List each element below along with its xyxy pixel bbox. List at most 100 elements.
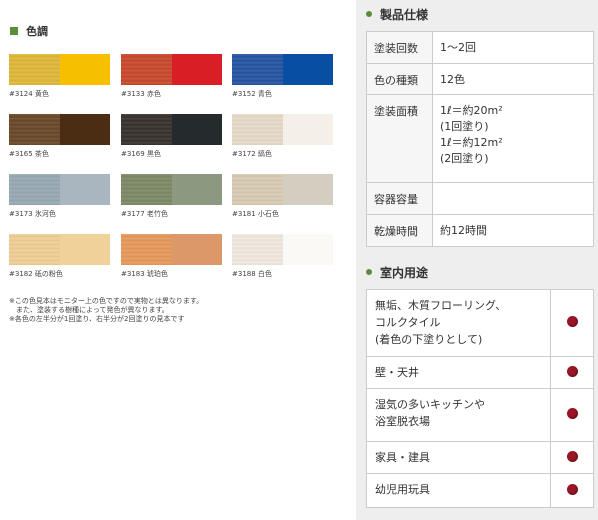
spec-row: 容器容量 [366, 182, 594, 215]
spec-value-line: 1ℓ＝約12m² [440, 136, 503, 149]
swatch-caption: #3181 小石色 [232, 209, 333, 219]
swatch-one-coat [9, 54, 60, 85]
swatch-name: 青色 [257, 90, 272, 98]
use-line: 壁・天井 [375, 366, 419, 379]
applicable-dot-icon [566, 408, 578, 419]
swatch-two-coat [171, 234, 222, 265]
swatch-code: #3124 [9, 90, 33, 98]
use-line: 浴室脱衣場 [375, 415, 430, 428]
use-mark-cell [550, 356, 594, 389]
swatch-chip [9, 234, 110, 265]
use-row: 湿気の多いキッチンや 浴室脱衣場 [366, 388, 594, 442]
swatch-name: 黄色 [34, 90, 49, 98]
swatch-code: #3183 [121, 270, 145, 278]
section-square-icon [10, 27, 18, 35]
applicable-dot-icon [566, 316, 578, 327]
use-row: 壁・天井 [366, 356, 594, 389]
use-text: 壁・天井 [366, 356, 551, 389]
swatch-chip [9, 174, 110, 205]
use-text: 無垢、木質フローリング、 コルクタイル (着色の下塗りとして) [366, 289, 551, 357]
swatch-two-coat [282, 114, 333, 145]
swatch-one-coat [9, 114, 60, 145]
swatch-two-coat [59, 54, 110, 85]
swatch-code: #3133 [121, 90, 145, 98]
swatch-two-coat [59, 234, 110, 265]
swatch-one-coat [121, 54, 172, 85]
swatch-one-coat [121, 234, 172, 265]
swatch-row: #3182 砥の粉色 #3183 琥珀色 #3188 白色 [9, 234, 343, 289]
swatch: #3172 縞色 [232, 114, 333, 159]
use-line: 湿気の多いキッチンや [375, 398, 485, 411]
swatch-name: 赤色 [146, 90, 161, 98]
spec-value: 1ℓ＝約20m² (1回塗り) 1ℓ＝約12m² (2回塗り) [432, 94, 594, 183]
use-text: 湿気の多いキッチンや 浴室脱衣場 [366, 388, 551, 442]
swatch-name: 茶色 [34, 150, 49, 158]
swatch-chip [121, 174, 222, 205]
swatch: #3188 白色 [232, 234, 333, 279]
swatch-caption: #3172 縞色 [232, 149, 333, 159]
uses-title: 室内用途 [380, 265, 429, 280]
spec-value-line: 12色 [440, 73, 465, 86]
swatch: #3165 茶色 [9, 114, 110, 159]
swatch-code: #3177 [121, 210, 145, 218]
swatch-chip [232, 234, 333, 265]
color-section-title: 色調 [26, 25, 48, 38]
spec-value-line: 約12時間 [440, 224, 487, 237]
swatch-row: #3165 茶色 #3169 黒色 #3172 縞色 [9, 114, 343, 169]
swatch-name: 琥珀色 [146, 270, 168, 278]
use-mark-cell [550, 289, 594, 357]
swatch-code: #3188 [232, 270, 256, 278]
note-line: ※各色の左半分が1回塗り、右半分が2回塗りの見本です [9, 315, 185, 323]
swatch-row: #3124 黄色 #3133 赤色 #3152 青色 [9, 54, 343, 109]
swatch: #3183 琥珀色 [121, 234, 222, 279]
bullet-dot-icon [366, 11, 372, 17]
swatch-name: 氷河色 [34, 210, 56, 218]
swatch-chip [9, 54, 110, 85]
swatch-one-coat [9, 174, 60, 205]
spec-row: 乾燥時間 約12時間 [366, 214, 594, 247]
swatch-two-coat [282, 54, 333, 85]
bullet-dot-icon [366, 269, 372, 275]
note-line: また、塗装する樹種によって発色が異なります。 [9, 306, 169, 314]
swatch-one-coat [232, 114, 283, 145]
swatch: #3133 赤色 [121, 54, 222, 99]
color-notes: ※この色見本はモニター上の色ですので実物とは異なります。 また、塗装する樹種によ… [9, 297, 339, 324]
swatch-one-coat [121, 114, 172, 145]
swatch: #3169 黒色 [121, 114, 222, 159]
spec-value-line: 1〜2回 [440, 41, 476, 54]
swatch-caption: #3188 白色 [232, 269, 333, 279]
uses-table: 無垢、木質フローリング、 コルクタイル (着色の下塗りとして) 壁・天井 湿気の… [366, 289, 594, 508]
swatch-code: #3173 [9, 210, 33, 218]
swatch-caption: #3152 青色 [232, 89, 333, 99]
swatch-name: 砥の粉色 [34, 270, 63, 278]
swatch-caption: #3177 老竹色 [121, 209, 222, 219]
swatch-one-coat [232, 174, 283, 205]
applicable-dot-icon [566, 450, 578, 462]
swatch: #3124 黄色 [9, 54, 110, 99]
swatch-two-coat [171, 174, 222, 205]
use-mark-cell [550, 441, 594, 474]
use-mark-cell [550, 473, 594, 508]
use-line: 幼児用玩具 [375, 483, 430, 496]
swatch-caption: #3183 琥珀色 [121, 269, 222, 279]
uses-header: 室内用途 [366, 264, 428, 280]
swatch-name: 白色 [257, 270, 272, 278]
swatch-chip [232, 54, 333, 85]
swatch-code: #3165 [9, 150, 33, 158]
use-line: 無垢、木質フローリング、 [375, 299, 507, 312]
swatch-caption: #3169 黒色 [121, 149, 222, 159]
swatch: #3173 氷河色 [9, 174, 110, 219]
swatch-chip [121, 54, 222, 85]
swatch-one-coat [9, 234, 60, 265]
swatch-caption: #3173 氷河色 [9, 209, 110, 219]
swatch-code: #3182 [9, 270, 33, 278]
spec-label: 乾燥時間 [366, 214, 433, 247]
applicable-dot-icon [566, 365, 578, 377]
swatch-two-coat [171, 114, 222, 145]
swatch-row: #3173 氷河色 #3177 老竹色 #3181 小石色 [9, 174, 343, 229]
spec-header: 製品仕様 [366, 6, 428, 22]
swatch: #3152 青色 [232, 54, 333, 99]
spec-value: 12色 [432, 63, 594, 95]
use-line: コルクタイル [375, 316, 441, 329]
use-line: (着色の下塗りとして) [375, 333, 483, 346]
